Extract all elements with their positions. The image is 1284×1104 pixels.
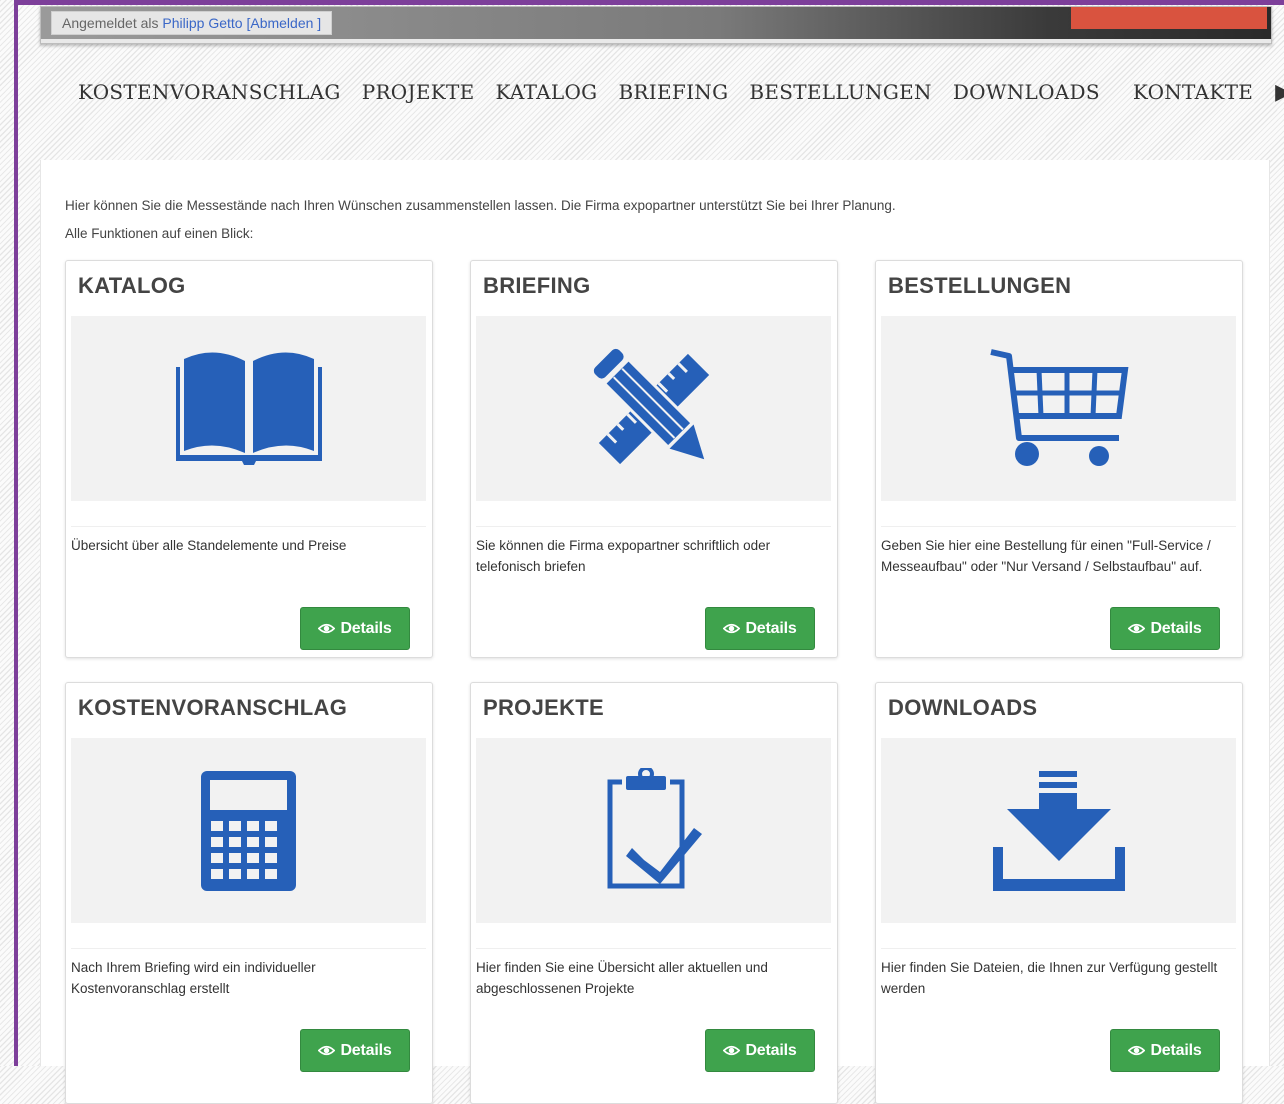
card-image [476,738,831,923]
logout-bracket-close: ] [317,15,322,31]
main-panel: Hier können Sie die Messestände nach Ihr… [40,160,1270,1104]
card-projekte: PROJEKTE Hier finden Sie eine Übersicht … [470,682,838,1104]
card-title: KATALOG [78,273,186,298]
nav-item-projekte[interactable]: PROJEKTE [362,80,475,104]
card-briefing: BRIEFING Sie können die Firma expopartne… [470,260,838,658]
card-divider [881,948,1236,949]
nav-item-briefing[interactable]: BRIEFING [618,80,728,104]
card-description: Übersicht über alle Standelemente und Pr… [71,538,347,553]
nav-item-downloads[interactable]: DOWNLOADS [953,80,1100,104]
top-bar-accent [1071,7,1267,29]
user-name-link[interactable]: Philipp Getto [162,15,242,31]
eye-icon [318,623,336,634]
card-title: DOWNLOADS [888,695,1038,720]
eye-icon [723,1045,741,1056]
card-image [71,738,426,923]
card-title: BESTELLUNGEN [888,273,1072,298]
pencil-ruler-icon [593,348,709,464]
login-status: Angemeldet als Philipp Getto [Abmelden ] [51,11,333,35]
card-kostenvoranschlag: KOSTENVORANSCHLAG Nach Ihrem Briefing wi… [65,682,433,1104]
intro-line-2: Alle Funktionen auf einen Blick: [65,226,254,241]
clipboard-check-icon [607,768,702,889]
card-divider [71,526,426,527]
card-image [881,738,1236,923]
details-label: Details [340,1041,392,1059]
download-tray-icon [992,770,1125,891]
card-bestellungen: BESTELLUNGEN Geben Sie hier eine Bestell… [875,260,1243,658]
top-bar-strip [41,39,1271,43]
card-title: PROJEKTE [483,695,604,720]
nav-item-kostenvoranschlag[interactable]: KOSTENVORANSCHLAG [78,80,341,104]
card-description: Hier finden Sie Dateien, die Ihnen zur V… [881,960,1218,996]
card-image [476,316,831,501]
eye-icon [1128,623,1146,634]
card-image [881,316,1236,501]
main-nav: KOSTENVORANSCHLAG PROJEKTE KATALOG BRIEF… [78,76,1284,108]
login-prefix: Angemeldet als [62,15,159,31]
card-divider [71,948,426,949]
top-bar: Angemeldet als Philipp Getto [Abmelden ] [40,6,1272,44]
card-description: Sie können die Firma expopartner schrift… [476,538,771,574]
shopping-cart-icon [989,349,1128,466]
details-label: Details [745,619,797,637]
details-label: Details [1150,619,1202,637]
eye-icon [318,1045,336,1056]
details-label: Details [340,619,392,637]
logout-link[interactable]: Abmelden [250,15,313,31]
card-divider [476,948,831,949]
card-divider [881,526,1236,527]
window-frame-left [14,0,18,1066]
details-button[interactable]: Details [300,607,410,650]
calculator-icon [201,770,296,891]
card-title: KOSTENVORANSCHLAG [78,695,348,720]
nav-item-kontakte[interactable]: KONTAKTE [1133,80,1253,104]
card-title: BRIEFING [483,273,591,298]
window-frame-top [14,0,1284,5]
details-label: Details [1150,1041,1202,1059]
nav-item-bestellungen[interactable]: BESTELLUNGEN [749,80,931,104]
card-image [71,316,426,501]
card-divider [476,526,831,527]
card-description: Nach Ihrem Briefing wird ein individuell… [71,960,316,996]
nav-item-katalog[interactable]: KATALOG [496,80,598,104]
play-arrow-icon[interactable]: ▶ [1275,79,1284,105]
details-button[interactable]: Details [705,607,815,650]
intro-line-1: Hier können Sie die Messestände nach Ihr… [65,198,896,213]
card-description: Geben Sie hier eine Bestellung für einen… [881,538,1211,574]
open-book-icon [175,351,322,465]
details-label: Details [745,1041,797,1059]
intro-text: Hier können Sie die Messestände nach Ihr… [65,192,896,248]
eye-icon [723,623,741,634]
card-katalog: KATALOG Übersicht über alle Standelement… [65,260,433,658]
card-description: Hier finden Sie eine Übersicht aller akt… [476,960,768,996]
card-downloads: DOWNLOADS Hier finden Sie Dateien, die I… [875,682,1243,1104]
eye-icon [1128,1045,1146,1056]
details-button[interactable]: Details [1110,607,1220,650]
